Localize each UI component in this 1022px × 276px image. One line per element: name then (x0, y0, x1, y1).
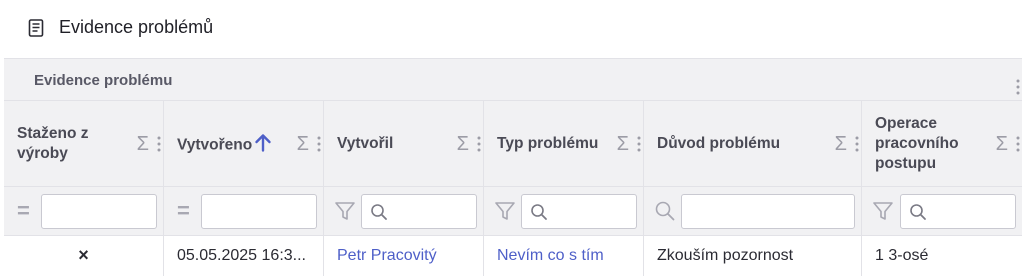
column-header-vytvoreno[interactable]: Vytvořeno Σ (164, 101, 324, 186)
column-menu-icon[interactable] (317, 136, 321, 152)
column-menu-icon[interactable] (157, 136, 161, 152)
data-grid: Evidence problému Staženo z výroby Σ Vyt… (4, 58, 1022, 276)
filter-cell (324, 187, 484, 235)
column-header-vytvoril[interactable]: Vytvořil Σ (324, 101, 484, 186)
filter-cell: = (4, 187, 164, 235)
equals-icon[interactable]: = (177, 200, 190, 222)
withdrawn-value: × (78, 245, 89, 265)
filter-icon[interactable] (494, 200, 516, 222)
problem-reason-value: Zkouším pozornost (657, 247, 794, 264)
sum-icon[interactable]: Σ (297, 134, 309, 154)
sum-icon[interactable]: Σ (457, 134, 469, 154)
sort-ascending-icon[interactable] (254, 132, 272, 152)
column-menu-icon[interactable] (637, 136, 641, 152)
column-label: Důvod problému (657, 134, 781, 152)
table-row[interactable]: × 05.05.2025 16:3... Petr Pracovitý Neví… (4, 236, 1022, 276)
operation-value: 1 3-osé (875, 247, 929, 264)
column-label: Vytvořeno (177, 136, 253, 153)
search-icon (531, 204, 547, 220)
filter-input[interactable] (681, 194, 855, 229)
column-header-row: Staženo z výroby Σ Vytvořeno Σ Vytvořil … (4, 101, 1022, 187)
column-label: Typ problému (497, 134, 599, 152)
filter-cell (644, 187, 862, 235)
search-icon[interactable] (654, 200, 676, 222)
column-header-staženo[interactable]: Staženo z výroby Σ (4, 101, 164, 186)
created-by-link[interactable]: Petr Pracovitý (337, 247, 477, 265)
filter-search-input[interactable] (900, 194, 1016, 229)
column-header-duvod-problemu[interactable]: Důvod problému Σ (644, 101, 862, 186)
column-label: Operace pracovního postupu (875, 114, 959, 172)
column-menu-icon[interactable] (1016, 136, 1020, 152)
search-icon (371, 204, 387, 220)
filter-icon[interactable] (872, 200, 894, 222)
table-cell: Zkouším pozornost (644, 236, 862, 276)
sum-icon[interactable]: Σ (137, 134, 149, 154)
group-title: Evidence problému (34, 72, 173, 89)
document-icon (28, 19, 44, 37)
column-label: Staženo z výroby (17, 124, 89, 162)
table-cell: 1 3-osé (862, 236, 1022, 276)
page-header: Evidence problémů (0, 0, 1022, 58)
table-cell: Nevím co s tím (484, 236, 644, 276)
sum-icon[interactable]: Σ (996, 134, 1008, 154)
column-menu-icon[interactable] (477, 136, 481, 152)
table-cell: Petr Pracovitý (324, 236, 484, 276)
column-header-operace[interactable]: Operace pracovního postupu Σ (862, 101, 1022, 186)
filter-cell (484, 187, 644, 235)
group-header: Evidence problému (4, 59, 1022, 101)
sum-icon[interactable]: Σ (835, 134, 847, 154)
page-title: Evidence problémů (59, 17, 214, 37)
filter-cell: = (164, 187, 324, 235)
filter-input[interactable] (41, 194, 157, 229)
filter-search-input[interactable] (521, 194, 637, 229)
column-menu-icon[interactable] (855, 136, 859, 152)
column-label-wrap: Vytvořeno (177, 132, 272, 155)
table-cell: × (4, 236, 164, 276)
table-cell: 05.05.2025 16:3... (164, 236, 324, 276)
equals-icon[interactable]: = (17, 200, 30, 222)
column-label: Vytvořil (337, 134, 394, 152)
search-icon (910, 204, 926, 220)
column-header-typ-problemu[interactable]: Typ problému Σ (484, 101, 644, 186)
sum-icon[interactable]: Σ (617, 134, 629, 154)
created-value: 05.05.2025 16:3... (177, 247, 306, 264)
problem-type-link[interactable]: Nevím co s tím (497, 247, 637, 265)
filter-search-input[interactable] (361, 194, 477, 229)
filter-input[interactable] (201, 194, 317, 229)
filter-icon[interactable] (334, 200, 356, 222)
group-menu-icon[interactable] (1016, 79, 1020, 95)
filter-row: = = (4, 187, 1022, 236)
filter-cell (862, 187, 1022, 235)
